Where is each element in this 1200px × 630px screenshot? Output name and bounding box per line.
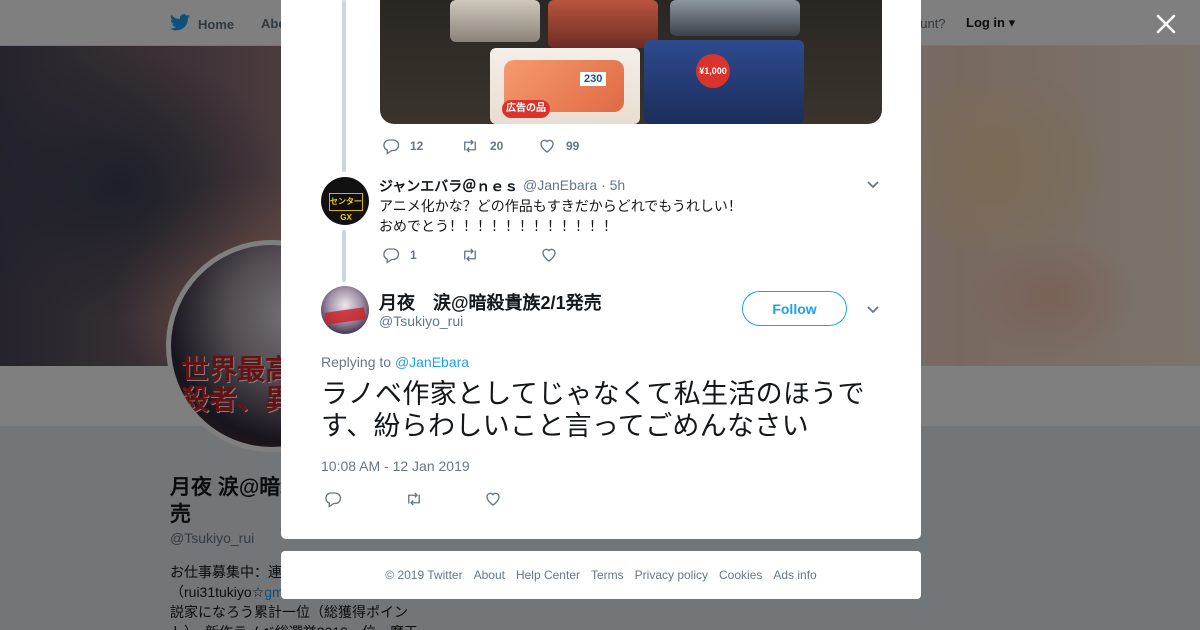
chevron-down-icon [867, 306, 879, 314]
like-action[interactable] [484, 490, 502, 508]
footer-link-terms[interactable]: Terms [591, 568, 624, 582]
replying-to-mention[interactable]: @JanEbara [395, 354, 469, 370]
heart-icon [486, 492, 500, 506]
thread-line [342, 0, 346, 172]
retweet-action[interactable] [404, 490, 484, 508]
main-author-name[interactable]: 月夜 涙@暗殺貴族2/1発売 [379, 289, 602, 315]
tweet-media-photo[interactable]: 広告の品 230 ¥1,000 [380, 0, 882, 124]
retweet-action[interactable] [460, 246, 540, 264]
reply-icon [383, 248, 400, 264]
photo-salmon-package: 広告の品 230 [490, 48, 640, 124]
photo-package [548, 0, 658, 48]
reply-author-meta: @JanEbara · 5h [523, 177, 626, 193]
parent-tweet-actions: 12 20 99 [382, 137, 579, 155]
retweet-count: 20 [490, 139, 504, 153]
like-action[interactable] [540, 246, 558, 264]
modal-footer: © 2019 Twitter About Help Center Terms P… [281, 551, 921, 599]
photo-price-label: 230 [580, 72, 607, 86]
photo-price-sticker: ¥1,000 [696, 54, 730, 88]
main-author-handle[interactable]: @Tsukiyo_rui [379, 313, 463, 329]
photo-package [450, 0, 540, 42]
close-icon [1156, 14, 1176, 34]
replying-to: Replying to @JanEbara [321, 354, 469, 370]
chevron-down-icon [867, 181, 879, 189]
reply-count: 1 [410, 248, 417, 262]
main-author-avatar[interactable] [321, 286, 369, 334]
follow-button[interactable]: Follow [742, 291, 847, 326]
photo-package [670, 0, 800, 36]
footer-link-cookies[interactable]: Cookies [719, 568, 762, 582]
reply-author-name[interactable]: ジャンエバラ＠ｎｅｓ [379, 176, 518, 196]
thread-line [342, 230, 346, 282]
reply-count: 12 [410, 139, 424, 153]
retweet-icon [464, 248, 476, 262]
heart-icon [540, 139, 554, 153]
reply-action[interactable]: 12 [382, 137, 460, 155]
avatar-logo-text: センター GX [329, 193, 363, 222]
tweet-modal: 広告の品 230 ¥1,000 12 20 99 センター GX ジャンエバラ＠… [281, 0, 921, 539]
like-action[interactable]: 99 [538, 137, 579, 155]
main-tweet-timestamp[interactable]: 10:08 AM - 12 Jan 2019 [321, 458, 470, 474]
footer-copyright: © 2019 Twitter [385, 568, 463, 582]
footer-link-about[interactable]: About [474, 568, 505, 582]
reply-icon [325, 492, 342, 508]
footer-link-ads-info[interactable]: Ads info [773, 568, 816, 582]
footer-link-help-center[interactable]: Help Center [516, 568, 580, 582]
photo-sale-tag: 広告の品 [502, 100, 550, 118]
main-more-button[interactable] [865, 301, 881, 317]
reply-action[interactable]: 1 [382, 246, 460, 264]
retweet-action[interactable]: 20 [460, 137, 538, 155]
reply-author-handle[interactable]: @JanEbara [523, 177, 597, 193]
reply-icon [383, 139, 400, 155]
heart-icon [542, 248, 556, 262]
reply-timestamp[interactable]: 5h [610, 177, 626, 193]
retweet-icon [464, 139, 476, 153]
reply-tweet-text: アニメ化かな？どの作品もすきだからどれでもうれしい！ おめでとう！！！！！！！！… [379, 198, 742, 234]
close-button[interactable] [1154, 12, 1178, 36]
photo-package: ¥1,000 [644, 40, 804, 124]
like-count: 99 [566, 139, 580, 153]
footer-link-privacy-policy[interactable]: Privacy policy [635, 568, 708, 582]
reply-tweet-actions: 1 [382, 246, 558, 264]
reply-author-avatar[interactable]: センター GX [321, 177, 369, 225]
main-tweet-text: ラノベ作家としてじゃなくて私生活のほうです、紛らわしいこと言ってごめんなさい [321, 379, 865, 441]
reply-more-button[interactable] [865, 176, 881, 192]
retweet-icon [408, 492, 420, 506]
reply-action[interactable] [324, 490, 404, 508]
replying-to-label: Replying to [321, 354, 392, 370]
main-tweet-actions [324, 490, 502, 508]
